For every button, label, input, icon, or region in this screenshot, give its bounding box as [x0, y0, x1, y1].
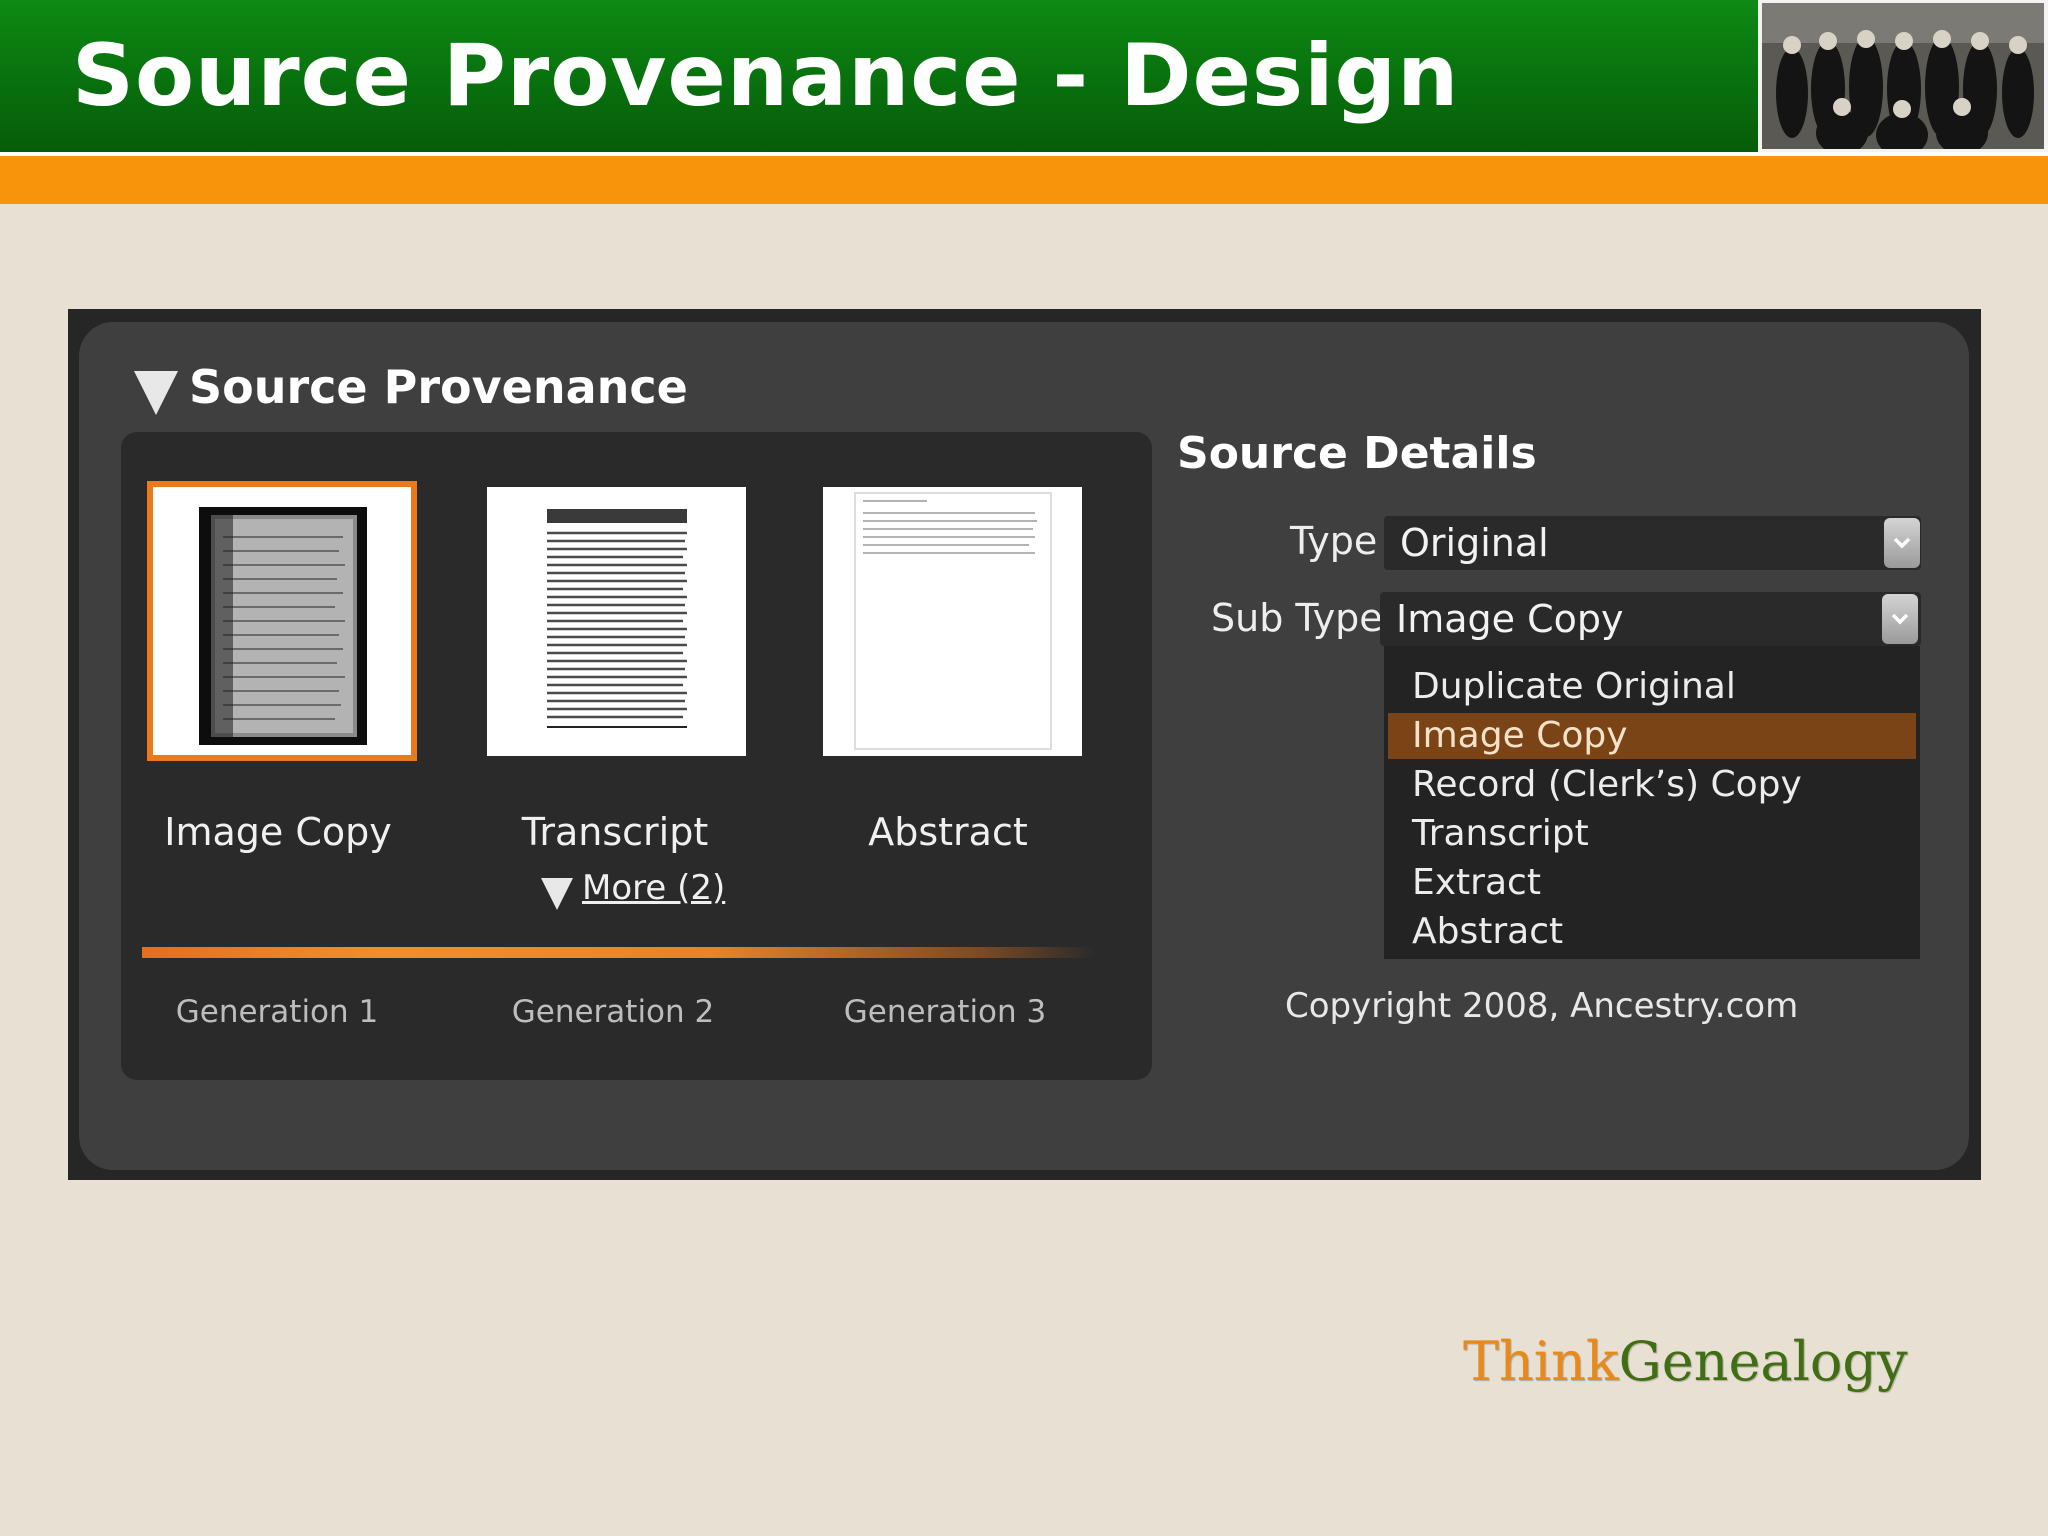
- subtype-dropdown-list: Duplicate Original Image Copy Record (Cl…: [1384, 646, 1920, 959]
- generation-label-3: Generation 3: [843, 994, 1047, 1030]
- more-link[interactable]: More (2): [582, 868, 725, 908]
- header-accent-band: [0, 156, 2048, 204]
- dropdown-option[interactable]: Abstract: [1384, 909, 1920, 955]
- copyright-text: Copyright 2008, Ancestry.com: [1285, 986, 1799, 1026]
- generation-timeline-bar: [142, 947, 1096, 958]
- family-photo-image: [1762, 3, 2044, 149]
- card-transcript[interactable]: [487, 487, 746, 756]
- type-dropdown-chevron-icon[interactable]: [1884, 518, 1920, 568]
- slide-title: Source Provenance - Design: [72, 26, 1460, 126]
- slide-header: Source Provenance - Design: [0, 0, 2048, 152]
- think-genealogy-logo: ThinkGenealogy: [1463, 1330, 1907, 1393]
- type-select-value: Original: [1400, 521, 1549, 565]
- collapse-triangle-icon[interactable]: [134, 371, 178, 415]
- subtype-label: Sub Type: [1211, 596, 1383, 640]
- brand-genealogy: Genealogy: [1618, 1330, 1908, 1393]
- type-select[interactable]: Original: [1384, 516, 1921, 570]
- type-label: Type: [1290, 519, 1378, 563]
- more-triangle-icon[interactable]: [541, 878, 573, 910]
- dropdown-option[interactable]: Extract: [1384, 860, 1920, 906]
- dropdown-option[interactable]: Transcript: [1384, 811, 1920, 857]
- image-copy-thumbnail: [153, 487, 411, 755]
- card-image-copy[interactable]: [147, 481, 417, 761]
- brand-think: Think: [1463, 1330, 1619, 1393]
- generation-label-1: Generation 1: [175, 994, 379, 1030]
- generation-label-2: Generation 2: [511, 994, 715, 1030]
- card-abstract[interactable]: [823, 487, 1082, 756]
- subtype-select-value: Image Copy: [1396, 597, 1624, 641]
- abstract-thumbnail: [823, 487, 1082, 756]
- subtype-dropdown-chevron-icon[interactable]: [1882, 594, 1918, 644]
- source-details-title: Source Details: [1177, 428, 1537, 479]
- card-label-transcript: Transcript: [521, 810, 709, 854]
- dropdown-option[interactable]: Duplicate Original: [1384, 664, 1920, 710]
- card-label-abstract: Abstract: [868, 810, 1028, 854]
- section-title: Source Provenance: [189, 360, 688, 414]
- dropdown-option[interactable]: Record (Clerk’s) Copy: [1384, 762, 1920, 808]
- card-label-image-copy: Image Copy: [164, 810, 392, 854]
- subtype-select[interactable]: Image Copy: [1380, 592, 1921, 646]
- family-photo: [1758, 0, 2048, 152]
- dropdown-option-highlighted[interactable]: Image Copy: [1388, 713, 1916, 759]
- transcript-thumbnail: [487, 487, 746, 756]
